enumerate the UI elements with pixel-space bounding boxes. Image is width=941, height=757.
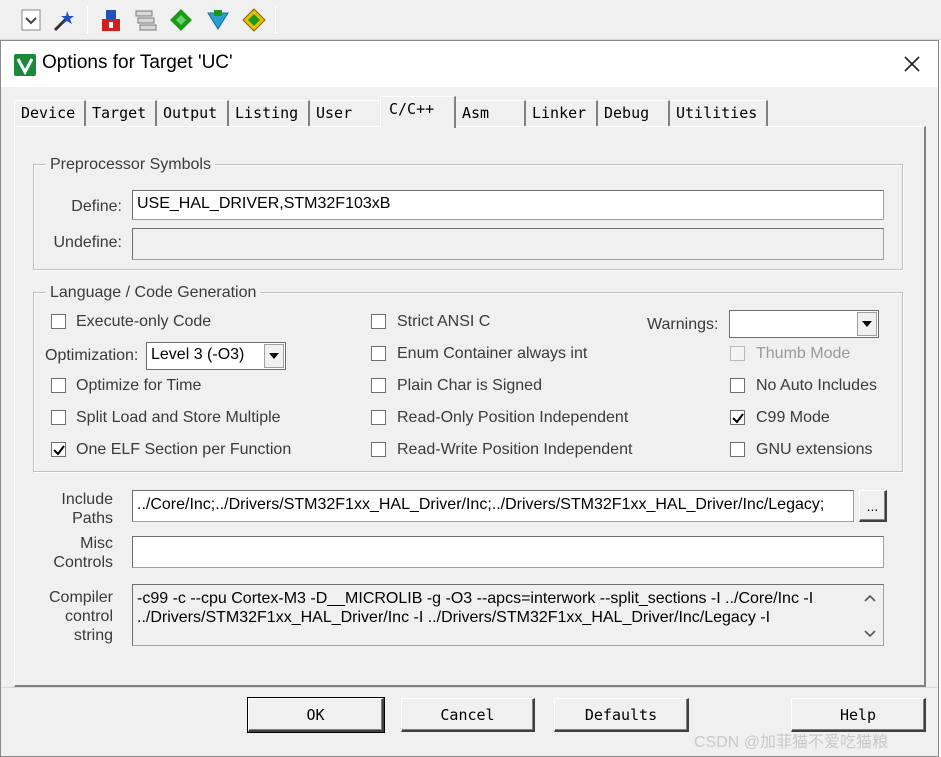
close-button[interactable] xyxy=(892,48,932,80)
dropdown-arrow-icon[interactable] xyxy=(18,6,44,34)
tab-listing[interactable]: Listing xyxy=(229,100,310,126)
chevron-down-icon[interactable] xyxy=(857,312,877,336)
load-icon[interactable] xyxy=(98,6,124,34)
tab-user[interactable]: User xyxy=(310,100,382,126)
ide-toolbar xyxy=(0,0,941,40)
plain-char-label: Plain Char is Signed xyxy=(397,377,542,394)
tab-output[interactable]: Output xyxy=(157,100,229,126)
divider xyxy=(1,687,938,688)
chevron-down-icon[interactable] xyxy=(264,344,284,368)
chevron-up-icon[interactable] xyxy=(858,588,882,608)
optimization-value: Level 3 (-O3) xyxy=(151,346,245,363)
tab-target[interactable]: Target xyxy=(86,100,157,126)
gnu-extensions-checkbox[interactable] xyxy=(730,442,745,457)
undefine-input[interactable] xyxy=(132,228,884,260)
enum-container-checkbox[interactable] xyxy=(371,346,386,361)
split-load-checkbox[interactable] xyxy=(51,410,66,425)
help-button[interactable]: Help xyxy=(791,698,926,732)
watermark: CSDN @加菲猫不爱吃猫粮 xyxy=(694,734,889,751)
tab-device[interactable]: Device xyxy=(14,100,86,126)
optimize-time-label: Optimize for Time xyxy=(76,377,202,394)
misc-controls-label: Misc Controls xyxy=(53,535,113,571)
tab-linker[interactable]: Linker xyxy=(526,100,598,126)
compiler-string-line1: -c99 -c --cpu Cortex-M3 -D__MICROLIB -g … xyxy=(137,590,814,607)
strict-ansi-checkbox[interactable] xyxy=(371,314,386,329)
strict-ansi-label: Strict ANSI C xyxy=(397,313,491,330)
dialog-title: Options for Target 'UC' xyxy=(42,52,233,73)
optimize-time-checkbox[interactable] xyxy=(51,378,66,393)
compiler-string-output: -c99 -c --cpu Cortex-M3 -D__MICROLIB -g … xyxy=(132,584,884,646)
define-label: Define: xyxy=(71,198,122,215)
undefine-label: Undefine: xyxy=(53,234,123,251)
ro-position-checkbox[interactable] xyxy=(371,410,386,425)
preprocessor-group-label: Preprocessor Symbols xyxy=(46,156,215,174)
thumb-mode-checkbox xyxy=(730,346,745,361)
check-icon xyxy=(732,413,744,424)
misc-controls-input[interactable] xyxy=(132,536,884,568)
optimization-select[interactable]: Level 3 (-O3) xyxy=(146,342,286,370)
keil-app-icon xyxy=(14,54,36,76)
warnings-select[interactable] xyxy=(729,310,879,338)
rw-position-checkbox[interactable] xyxy=(371,442,386,457)
one-elf-checkbox[interactable] xyxy=(51,442,66,457)
c99-mode-checkbox[interactable] xyxy=(730,410,745,425)
check-icon xyxy=(53,445,65,456)
codegen-group-label: Language / Code Generation xyxy=(46,284,261,302)
download-icon[interactable] xyxy=(205,6,231,34)
tab-debug[interactable]: Debug xyxy=(598,100,670,126)
gnu-extensions-label: GNU extensions xyxy=(756,441,873,458)
cancel-button[interactable]: Cancel xyxy=(401,698,535,732)
execute-only-label: Execute-only Code xyxy=(76,313,212,330)
include-paths-label: Include Paths xyxy=(61,491,113,527)
diamond-icon[interactable] xyxy=(168,6,194,34)
one-elf-label: One ELF Section per Function xyxy=(76,441,292,458)
no-auto-includes-checkbox[interactable] xyxy=(730,378,745,393)
ok-button[interactable]: OK xyxy=(247,697,385,733)
c99-mode-label: C99 Mode xyxy=(756,409,830,426)
rw-position-label: Read-Write Position Independent xyxy=(397,441,633,458)
defaults-button[interactable]: Defaults xyxy=(554,698,689,732)
chevron-down-icon[interactable] xyxy=(858,624,882,644)
optimization-label: Optimization: xyxy=(45,347,139,364)
compiler-string-scrollbar[interactable] xyxy=(858,586,882,644)
compiler-string-label: Compiler control string xyxy=(48,589,113,644)
thumb-mode-label: Thumb Mode xyxy=(756,345,851,362)
enum-container-label: Enum Container always int xyxy=(397,345,588,362)
stack-icon[interactable] xyxy=(133,6,159,34)
tab-utilities[interactable]: Utilities xyxy=(670,100,768,126)
warnings-label: Warnings: xyxy=(647,316,719,333)
compiler-string-line2: ../Drivers/STM32F1xx_HAL_Driver/Inc -I .… xyxy=(137,609,771,626)
execute-only-checkbox[interactable] xyxy=(51,314,66,329)
split-load-label: Split Load and Store Multiple xyxy=(76,409,281,426)
tab-asm[interactable]: Asm xyxy=(456,100,526,126)
flash-icon[interactable] xyxy=(241,6,267,34)
define-input[interactable]: USE_HAL_DRIVER,STM32F103xB xyxy=(132,190,884,220)
ro-position-label: Read-Only Position Independent xyxy=(397,409,629,426)
plain-char-checkbox[interactable] xyxy=(371,378,386,393)
include-paths-browse-button[interactable]: ... xyxy=(859,490,887,522)
close-icon xyxy=(904,56,920,72)
no-auto-includes-label: No Auto Includes xyxy=(756,377,877,394)
tab-cc[interactable]: C/C++ xyxy=(380,96,456,128)
options-wand-icon[interactable] xyxy=(52,6,78,34)
include-paths-input[interactable]: ../Core/Inc;../Drivers/STM32F1xx_HAL_Dri… xyxy=(132,490,854,522)
